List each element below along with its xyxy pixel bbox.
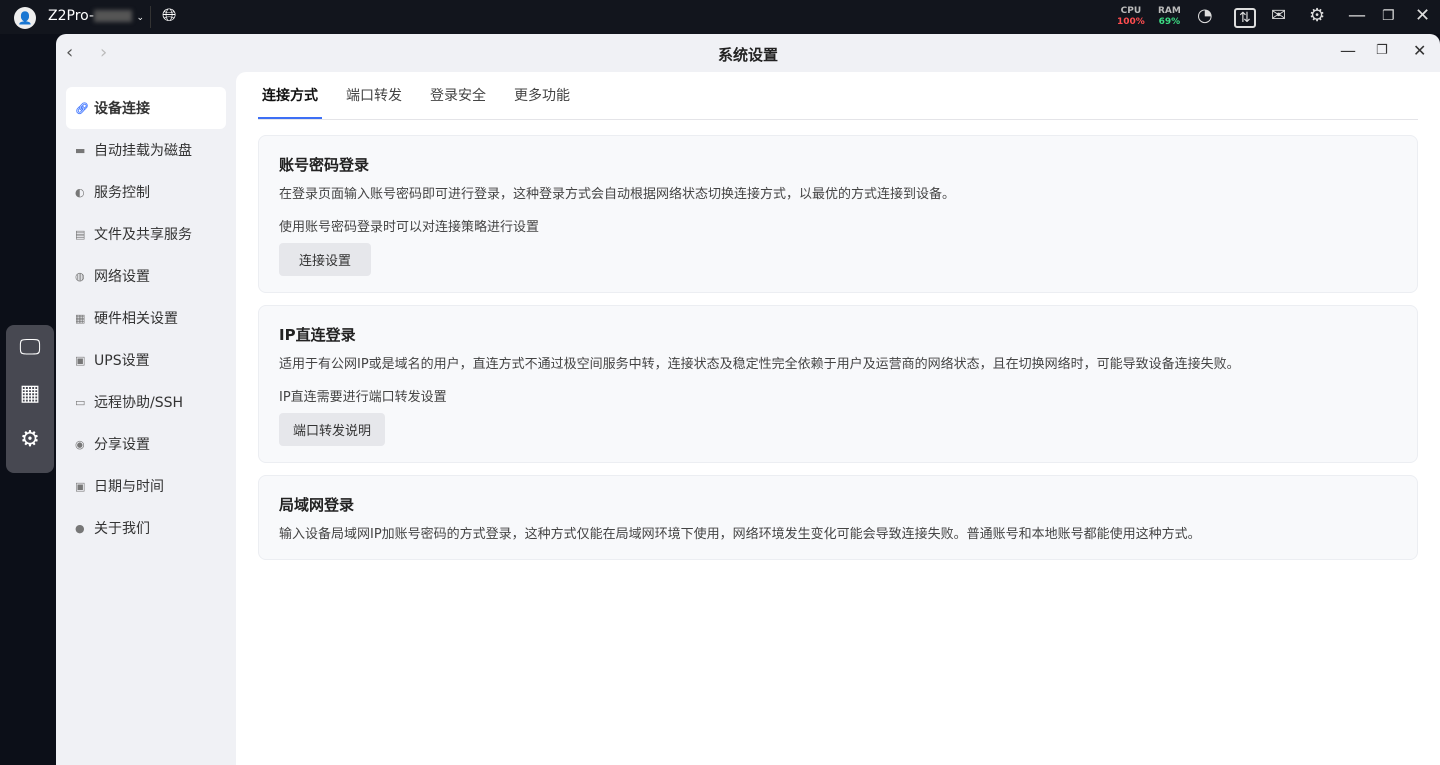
sidebar-item[interactable]: ▭ 远程协助/SSH (66, 381, 226, 423)
file-icon: ▤ (75, 227, 86, 241)
sidebar-item-label: 远程协助/SSH (94, 395, 184, 411)
cpu-indicator: CPU 100% (1117, 6, 1145, 27)
card-title: IP直连登录 (279, 326, 356, 344)
sidebar-item[interactable]: ▣ 日期与时间 (66, 465, 226, 507)
ups-icon: ▣ (75, 353, 86, 367)
user-icon: ● (75, 521, 85, 535)
tab-connection[interactable]: 连接方式 (258, 72, 322, 119)
share-icon: ◉ (75, 437, 85, 451)
sidebar-item[interactable]: ● 关于我们 (66, 507, 226, 549)
sidebar-item-label: 日期与时间 (94, 479, 164, 495)
sidebar-item[interactable]: ◍ 网络设置 (66, 255, 226, 297)
restore-icon[interactable]: ❐ (1382, 8, 1395, 24)
desktop-icon[interactable]: 🖵 (6, 325, 54, 371)
port-forward-guide-button[interactable]: 端口转发说明 (279, 413, 386, 446)
globe-icon[interactable]: 🌐︎ (162, 5, 176, 26)
minimize-icon[interactable]: — (1348, 5, 1366, 26)
lan-login-card: 局域网登录 输入设备局域网IP加账号密码的方式登录，这种方式仅能在局域网环境下使… (258, 475, 1418, 560)
close-icon[interactable]: ✕ (1413, 41, 1426, 60)
card-description: 输入设备局域网IP加账号密码的方式登录，这种方式仅能在局域网环境下使用，网络环境… (279, 527, 1201, 542)
tab-more[interactable]: 更多功能 (510, 72, 574, 119)
sidebar-item-label: 关于我们 (94, 521, 150, 537)
ram-indicator: RAM 69% (1158, 6, 1181, 27)
disk-icon: ▬ (75, 143, 86, 157)
calendar-icon: ▣ (75, 479, 86, 493)
sidebar-item-label: 自动挂载为磁盘 (94, 143, 192, 159)
card-description: 在登录页面输入账号密码即可进行登录，这种登录方式会自动根据网络状态切换连接方式，… (279, 187, 956, 202)
transfer-icon[interactable]: ⇅ (1234, 8, 1256, 28)
ip-direct-login-card: IP直连登录 适用于有公网IP或是域名的用户，直连方式不通过极空间服务中转，连接… (258, 305, 1418, 463)
sidebar-item-label: 文件及共享服务 (94, 227, 192, 243)
sidebar-item-label: UPS设置 (94, 353, 150, 369)
minimize-icon[interactable]: — (1340, 41, 1356, 60)
gauge-icon[interactable]: ◔ (1197, 5, 1213, 26)
tab-bar: 连接方式 端口转发 登录安全 更多功能 (258, 72, 1418, 120)
card-note: IP直连需要进行端口转发设置 (279, 390, 447, 405)
sidebar-item-label: 服务控制 (94, 185, 150, 201)
tab-port-forward[interactable]: 端口转发 (342, 72, 406, 119)
connection-settings-button[interactable]: 连接设置 (279, 243, 372, 276)
sidebar-item[interactable]: ▦ 硬件相关设置 (66, 297, 226, 339)
device-selector[interactable]: Z2Pro- ⌄ (48, 8, 144, 24)
app-dock: 🖵 ▦ ⚙ (6, 325, 54, 473)
settings-icon[interactable]: ⚙ (6, 417, 54, 463)
card-note: 使用账号密码登录时可以对连接策略进行设置 (279, 220, 540, 235)
sidebar-item[interactable]: ◉ 分享设置 (66, 423, 226, 465)
mail-icon[interactable]: ✉ (1271, 5, 1286, 26)
apps-grid-icon[interactable]: ▦ (6, 371, 54, 417)
card-title: 局域网登录 (279, 496, 355, 514)
top-bar: 👤 Z2Pro- ⌄ 🌐︎ CPU 100% RAM 69% ◔ ⇅ ✉ ⚙ — ❐… (0, 0, 1440, 34)
user-avatar-icon[interactable]: 👤 (14, 7, 36, 29)
sidebar-item-label: 网络设置 (94, 269, 150, 285)
globe-icon: ◍ (75, 269, 85, 283)
sidebar-item-label: 硬件相关设置 (94, 311, 178, 327)
sidebar-item[interactable]: ◐ 服务控制 (66, 171, 226, 213)
divider (150, 6, 151, 28)
sidebar-item[interactable]: ▬ 自动挂载为磁盘 (66, 129, 226, 171)
toggle-icon: ◐ (75, 185, 85, 199)
settings-window: ‹ › 系统设置 — ❐ ✕ 🔗︎ 设备连接 ▬ 自动挂载为磁盘 ◐ 服务控制 ▤ 文件及共享… (56, 34, 1440, 765)
sidebar: 🔗︎ 设备连接 ▬ 自动挂载为磁盘 ◐ 服务控制 ▤ 文件及共享服务 ◍ 网络设置 ▦ 硬件相关设置 ▣… (66, 87, 226, 549)
close-icon[interactable]: ✕ (1415, 5, 1430, 26)
sidebar-item[interactable]: ▤ 文件及共享服务 (66, 213, 226, 255)
monitor-icon: ▭ (75, 395, 86, 409)
sidebar-item[interactable]: 🔗︎ 设备连接 (66, 87, 226, 129)
window-title: 系统设置 (717, 46, 778, 64)
card-description: 适用于有公网IP或是域名的用户，直连方式不通过极空间服务中转，连接状态及稳定性完… (279, 357, 1240, 372)
link-icon: 🔗︎ (75, 101, 89, 115)
card-title: 账号密码登录 (279, 156, 370, 174)
sidebar-item-label: 设备连接 (94, 101, 150, 117)
account-login-card: 账号密码登录 在登录页面输入账号密码即可进行登录，这种登录方式会自动根据网络状态… (258, 135, 1418, 293)
grid-icon: ▦ (75, 311, 86, 325)
main-panel: 连接方式 端口转发 登录安全 更多功能 账号密码登录 在登录页面输入账号密码即可… (236, 72, 1440, 765)
tab-login-security[interactable]: 登录安全 (426, 72, 490, 119)
gear-icon[interactable]: ⚙ (1309, 5, 1325, 26)
restore-icon[interactable]: ❐ (1376, 43, 1388, 58)
sidebar-item-label: 分享设置 (94, 437, 150, 453)
chevron-down-icon: ⌄ (136, 13, 145, 23)
sidebar-item[interactable]: ▣ UPS设置 (66, 339, 226, 381)
